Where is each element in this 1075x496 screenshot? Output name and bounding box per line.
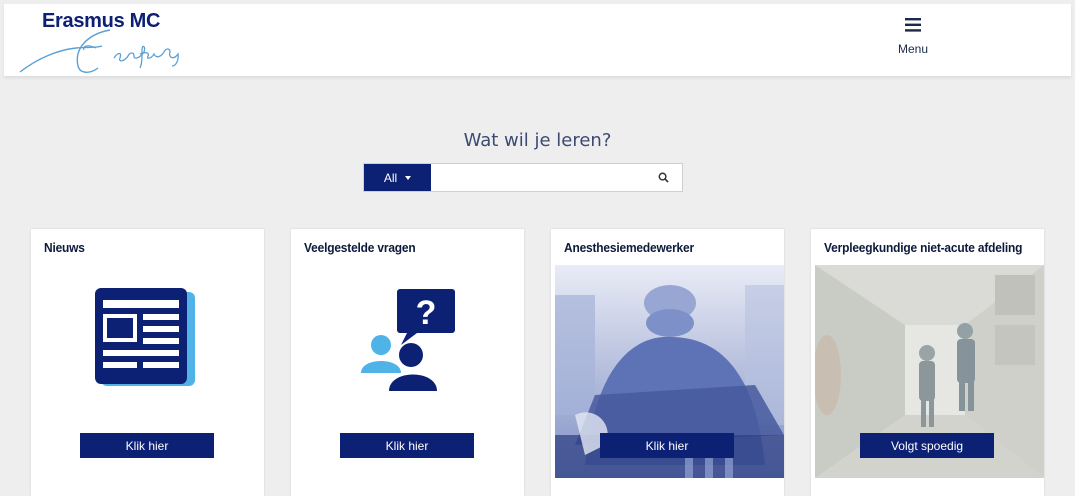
- search-heading: Wat wil je leren?: [463, 130, 612, 151]
- menu-button[interactable]: Menu: [882, 18, 944, 66]
- svg-text:?: ?: [416, 294, 437, 332]
- search-filter-label: All: [383, 170, 398, 185]
- search-button[interactable]: [644, 164, 682, 191]
- search-input[interactable]: [431, 164, 644, 191]
- caret-down-icon: [405, 175, 412, 180]
- hamburger-icon: [905, 18, 921, 32]
- erasmus-mc-logo[interactable]: Erasmus MC: [18, 8, 208, 76]
- volgt-spoedig-button[interactable]: Volgt spoedig: [860, 433, 994, 458]
- card-nieuws: Nieuws Klik hier: [31, 229, 264, 496]
- menu-label: Menu: [897, 42, 929, 56]
- card-anesthesiemedewerker: Anesthesiemedewerker Klik hier: [551, 229, 784, 496]
- card-title: Veelgestelde vragen: [304, 240, 416, 255]
- klik-hier-button[interactable]: Klik hier: [340, 433, 474, 458]
- klik-hier-button[interactable]: Klik hier: [600, 433, 734, 458]
- card-title: Anesthesiemedewerker: [564, 240, 694, 255]
- newspaper-icon: [95, 288, 195, 386]
- card-verpleegkundige-niet-acute-afdeling: Verpleegkundige niet-acute afdeling Volg…: [811, 229, 1044, 496]
- question-people-icon: ?: [361, 289, 455, 391]
- search-icon: [658, 172, 669, 183]
- logo-text: Erasmus MC: [42, 10, 161, 32]
- klik-hier-button[interactable]: Klik hier: [80, 433, 214, 458]
- card-veelgestelde-vragen: Veelgestelde vragen ? Klik hier: [291, 229, 524, 496]
- search-filter-dropdown[interactable]: All: [364, 164, 431, 191]
- card-title: Nieuws: [44, 240, 85, 255]
- site-header: Erasmus MC Menu: [4, 4, 1071, 76]
- card-title: Verpleegkundige niet-acute afdeling: [824, 240, 1023, 255]
- search-bar: All: [363, 163, 683, 192]
